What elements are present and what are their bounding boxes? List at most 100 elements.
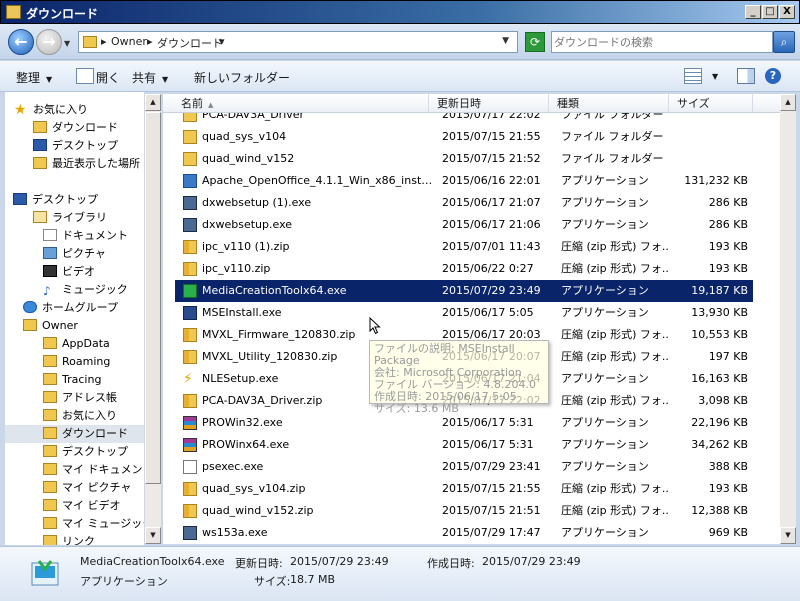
mouse-cursor-icon [369, 317, 381, 335]
help-icon[interactable]: ? [765, 68, 781, 84]
file-row[interactable]: dxwebsetup.exe 2015/06/17 21:06 アプリケーション 28… [175, 214, 753, 236]
scroll-down-button[interactable]: ▼ [780, 527, 796, 544]
nav-item[interactable]: ライブラリ [33, 209, 107, 227]
maximize-button[interactable]: □ [762, 5, 778, 19]
address-dropdown-icon[interactable]: ▼ [502, 36, 509, 46]
winrar-icon [183, 416, 197, 430]
file-row[interactable]: psexec.exe 2015/07/29 23:41 アプリケーション 388 KB [175, 456, 753, 478]
folder-icon [43, 355, 57, 367]
nav-item[interactable]: デスクトップ [43, 443, 128, 461]
nav-item[interactable]: デスクトップ [33, 137, 118, 155]
view-options-icon[interactable] [684, 68, 702, 84]
nav-item[interactable]: ★ お気に入り [14, 101, 88, 119]
windows-setup-icon [183, 284, 197, 298]
file-row[interactable]: ipc_v110 (1).zip 2015/07/01 11:43 圧縮 (zip … [175, 236, 753, 258]
nav-item[interactable]: AppData [43, 335, 110, 353]
file-size: 34,262 KB [691, 438, 748, 451]
file-row[interactable]: dxwebsetup (1).exe 2015/06/17 21:07 アプリケーシ… [175, 192, 753, 214]
search-button[interactable]: ⌕ [773, 31, 795, 53]
new-folder-button[interactable]: 新しいフォルダー [194, 69, 290, 86]
address-row: ← → ▼ ▸ Owner ▸ ダウンロード ▾ ▼ ⟳ ⌕ [0, 24, 800, 60]
nav-item[interactable]: お気に入り [43, 407, 117, 425]
forward-button[interactable]: → [36, 29, 62, 55]
scroll-up-button[interactable]: ▲ [145, 94, 161, 111]
minimize-button[interactable]: _ [745, 5, 761, 19]
history-dropdown-icon[interactable]: ▼ [64, 39, 70, 48]
nav-item[interactable]: Owner [23, 317, 78, 335]
refresh-button[interactable]: ⟳ [525, 32, 545, 52]
back-button[interactable]: ← [8, 29, 34, 55]
zip-icon [183, 240, 197, 254]
file-row[interactable]: quad_wind_v152 2015/07/15 21:52 ファイル フォルダー [175, 148, 753, 170]
nav-item-label: ドキュメント [62, 229, 128, 242]
breadcrumb-owner[interactable]: Owner [111, 35, 147, 48]
nav-item-label: ピクチャ [62, 247, 106, 260]
file-row[interactable]: PROWin32.exe 2015/06/17 5:31 アプリケーション 22,19… [175, 412, 753, 434]
nav-item[interactable]: マイ ビデオ [43, 497, 121, 515]
chevron-right-icon[interactable]: ▸ [147, 35, 153, 48]
desktop-icon [13, 193, 27, 205]
file-row[interactable]: Apache_OpenOffice_4.1.1_Win_x86_install_… [175, 170, 753, 192]
nav-item[interactable]: 最近表示した場所 [33, 155, 140, 173]
nav-item[interactable]: Roaming [43, 353, 110, 371]
nav-item-label: ライブラリ [52, 211, 107, 224]
scroll-down-button[interactable]: ▼ [145, 527, 161, 544]
nav-item[interactable]: マイ ドキュメント [43, 461, 144, 479]
file-name: dxwebsetup.exe [202, 218, 293, 231]
column-header-name[interactable]: 名前 ▲ [163, 94, 429, 113]
file-date: 2015/06/16 22:01 [442, 174, 541, 187]
file-row[interactable]: ws153a.exe 2015/07/29 17:47 アプリケーション 969 KB [175, 522, 753, 544]
address-bar[interactable]: ▸ Owner ▸ ダウンロード ▾ ▼ [78, 31, 518, 53]
nav-item[interactable]: ♪ ミュージック [43, 281, 128, 299]
nav-item[interactable]: ホームグループ [23, 299, 118, 317]
nav-item[interactable]: ダウンロード [5, 425, 144, 443]
column-header-size[interactable]: サイズ [669, 94, 753, 113]
winrar-icon [183, 438, 197, 452]
nav-item[interactable]: リンク [43, 533, 95, 545]
nav-item[interactable]: ドキュメント [43, 227, 128, 245]
nav-item-label: マイ ピクチャ [62, 481, 132, 494]
file-row[interactable]: ipc_v110.zip 2015/06/22 0:27 圧縮 (zip 形式) フ… [175, 258, 753, 280]
file-row[interactable]: PCA-DAV3A_Driver 2015/07/17 22:02 ファイル フォル… [175, 113, 753, 126]
view-dropdown-icon[interactable]: ▼ [712, 72, 718, 81]
search-box[interactable] [551, 31, 773, 53]
column-header-date[interactable]: 更新日時 [429, 94, 549, 113]
organize-menu[interactable]: 整理 ▼ [16, 69, 52, 86]
file-row[interactable]: quad_wind_v152.zip 2015/07/15 21:51 圧縮 (zi… [175, 500, 753, 522]
nav-item[interactable]: アドレス帳 [43, 389, 117, 407]
open-button[interactable]: 開く [96, 69, 120, 86]
file-row[interactable]: quad_sys_v104.zip 2015/07/15 21:55 圧縮 (zip… [175, 478, 753, 500]
chevron-down-icon[interactable]: ▾ [219, 35, 225, 48]
file-date: 2015/06/17 21:07 [442, 196, 541, 209]
file-row[interactable]: PROWinx64.exe 2015/06/17 5:31 アプリケーション 34,2… [175, 434, 753, 456]
nav-item[interactable]: マイ ピクチャ [43, 479, 131, 497]
nav-item[interactable]: ビデオ [43, 263, 95, 281]
nav-item[interactable]: ピクチャ [43, 245, 106, 263]
preview-pane-icon[interactable] [737, 68, 755, 84]
file-row[interactable]: MSEInstall.exe 2015/06/17 5:05 アプリケーション 13,… [175, 302, 753, 324]
nav-item[interactable]: ダウンロード [33, 119, 118, 137]
library-icon [33, 211, 47, 223]
scroll-thumb[interactable] [145, 112, 161, 484]
nav-item[interactable]: マイ ミュージック [43, 515, 144, 533]
file-row[interactable]: quad_sys_v104 2015/07/15 21:55 ファイル フォルダー [175, 126, 753, 148]
file-name: PROWinx64.exe [202, 438, 290, 451]
file-row[interactable]: MediaCreationToolx64.exe 2015/07/29 23:49… [175, 280, 753, 302]
close-button[interactable]: X [779, 5, 795, 19]
breadcrumb-downloads[interactable]: ダウンロード [157, 35, 223, 51]
file-date: 2015/07/29 23:49 [442, 284, 541, 297]
file-date: 2015/07/17 22:02 [442, 113, 541, 121]
share-menu[interactable]: 共有 ▼ [132, 69, 168, 86]
shield-icon [183, 306, 197, 320]
nav-scrollbar[interactable]: ▲ ▼ [145, 94, 161, 544]
file-name: psexec.exe [202, 460, 264, 473]
nav-item[interactable]: Tracing [43, 371, 101, 389]
search-input[interactable] [554, 34, 764, 50]
scroll-up-button[interactable]: ▲ [780, 94, 796, 111]
star-icon: ★ [14, 102, 27, 118]
nav-item[interactable]: デスクトップ [13, 191, 98, 209]
file-date: 2015/06/17 5:05 [442, 306, 534, 319]
column-header-type[interactable]: 種類 [549, 94, 669, 113]
chevron-right-icon[interactable]: ▸ [101, 35, 107, 48]
file-list-scrollbar[interactable]: ▲ ▼ [780, 94, 796, 544]
